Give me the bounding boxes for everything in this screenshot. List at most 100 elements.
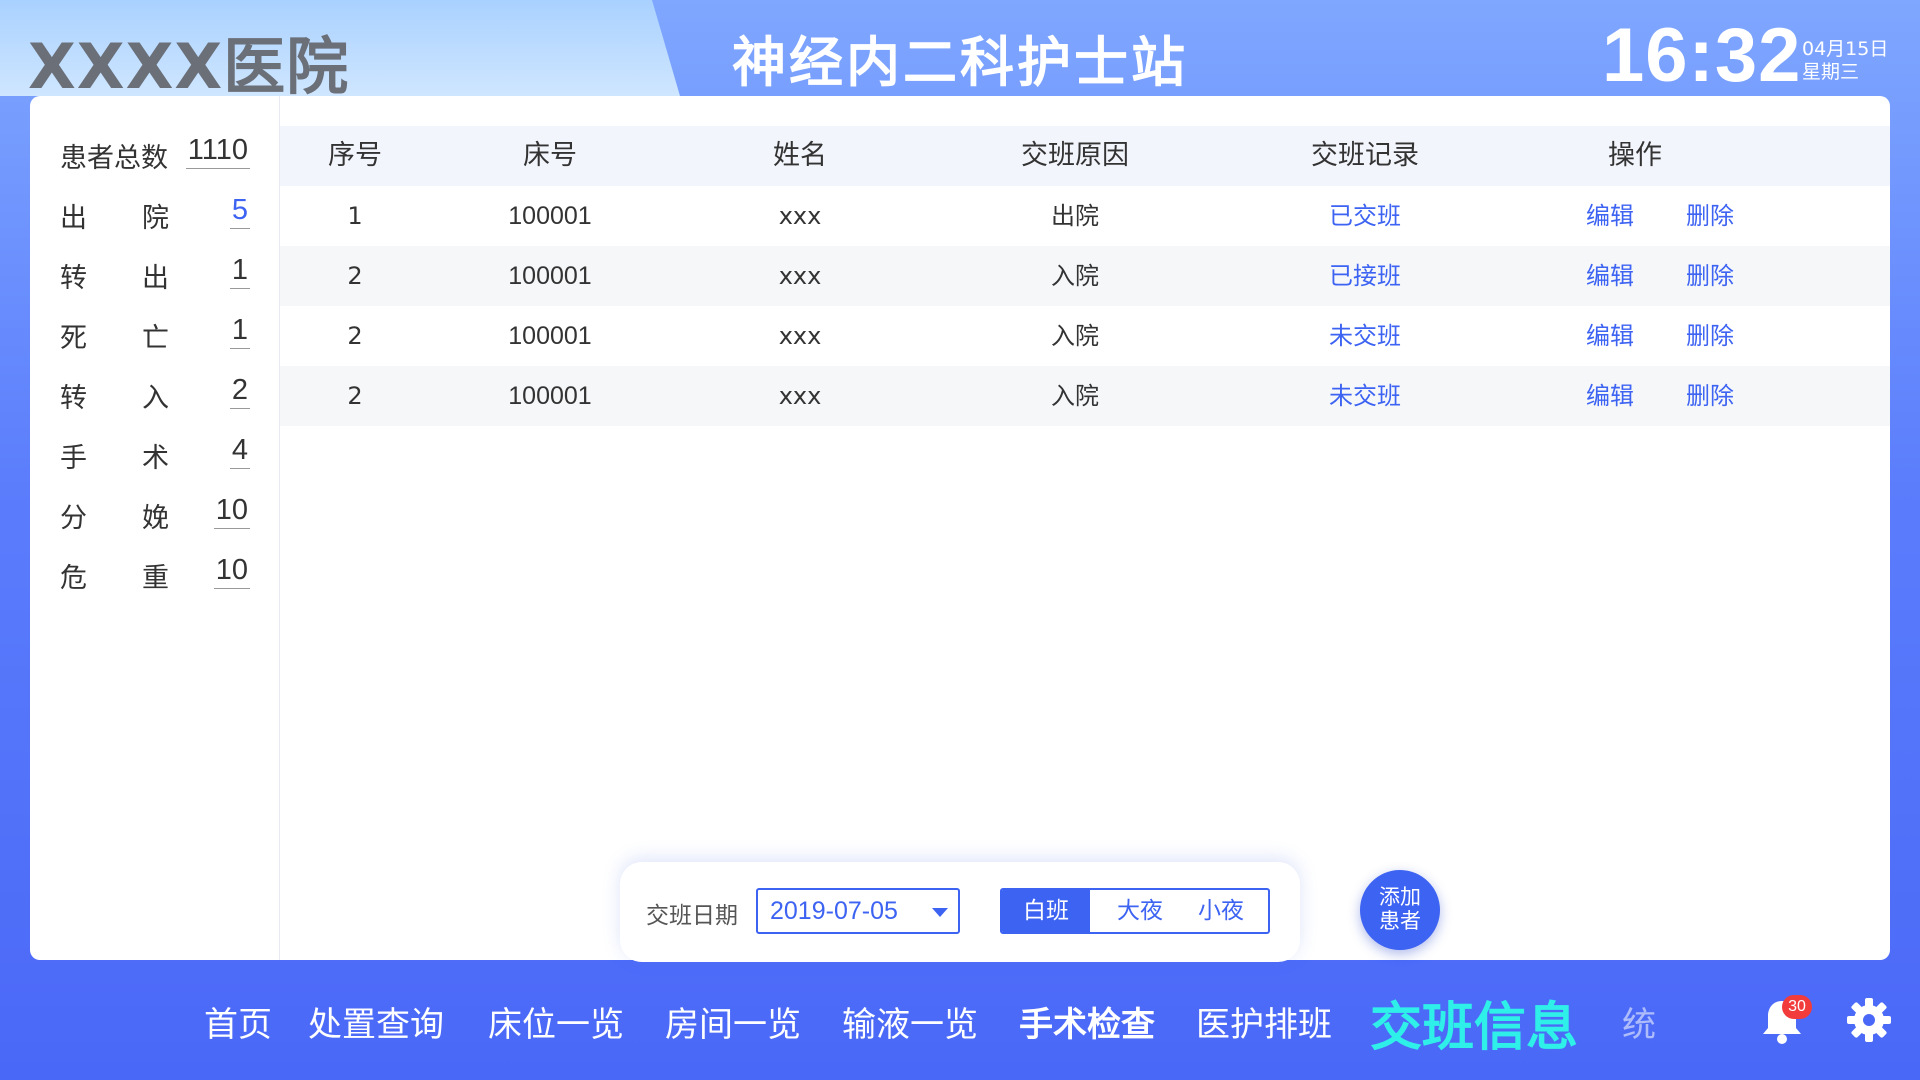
stat-value[interactable]: 10 <box>213 494 250 529</box>
stat-row: 手 术 4 <box>60 428 250 474</box>
nav-home[interactable]: 首页 <box>204 997 272 1046</box>
shift-toggle-group: 白班 大夜 小夜 <box>1000 888 1270 934</box>
stat-label-char1: 危 <box>60 563 87 594</box>
stat-value[interactable]: 2 <box>229 374 250 409</box>
stats-panel: 患者总数 1110 出院 5 转出 1 死亡 1 转入 2 手术 4 分娩 10 危重 10 <box>30 96 280 960</box>
edit-link[interactable]: 编辑 <box>1560 366 1660 426</box>
nav-surgery-check[interactable]: 手术检查 <box>1019 997 1155 1046</box>
cell-name: xxx <box>778 202 822 230</box>
date-text: 04月15日 <box>1802 38 1889 60</box>
cell-name: xxx <box>778 382 822 410</box>
edit-link[interactable]: 编辑 <box>1560 306 1660 366</box>
stat-label-char2: 娩 <box>142 503 169 534</box>
cell-seq: 1 <box>347 202 363 230</box>
header-operation: 操作 <box>1608 140 1662 171</box>
nav-room-overview[interactable]: 房间一览 <box>665 997 801 1046</box>
handover-date-select[interactable]: 2019-07-05 <box>756 888 960 934</box>
bottom-nav: 首页 处置查询 床位一览 房间一览 输液一览 手术检查 医护排班 交班信息 统 … <box>0 965 1920 1080</box>
clock-time: 16:32 <box>1602 13 1802 98</box>
cell-seq: 2 <box>347 262 363 290</box>
edit-link[interactable]: 编辑 <box>1560 246 1660 306</box>
add-patient-label-line2: 患者 <box>1379 909 1421 933</box>
gear-icon[interactable] <box>1846 997 1892 1043</box>
table-row: 2 100001 xxx 入院 已接班 编辑 删除 <box>280 246 1890 306</box>
nav-statistics-partial[interactable]: 统 <box>1622 997 1656 1046</box>
cell-seq: 2 <box>347 382 363 410</box>
stat-label-char2: 亡 <box>142 323 169 354</box>
stat-row: 转 入 2 <box>60 368 250 414</box>
header-name: 姓名 <box>773 140 827 171</box>
cell-reason: 入院 <box>1051 262 1099 290</box>
table-header: 序号 床号 姓名 交班原因 交班记录 操作 <box>280 126 1890 186</box>
stat-label-char2: 入 <box>142 383 169 414</box>
stat-value[interactable]: 4 <box>229 434 250 469</box>
main-card: 患者总数 1110 出院 5 转出 1 死亡 1 转入 2 手术 4 分娩 10 危重 10 序号 床号 … <box>30 96 1890 960</box>
stat-row: 分 娩 10 <box>60 488 250 534</box>
cell-reason: 入院 <box>1051 322 1099 350</box>
handover-record-link[interactable]: 未交班 <box>1220 366 1510 426</box>
stat-row: 出 院 5 <box>60 188 250 234</box>
header-record: 交班记录 <box>1311 140 1419 171</box>
cell-bed: 100001 <box>508 262 592 290</box>
handover-date-label: 交班日期 <box>646 903 738 929</box>
table-row: 1 100001 xxx 出院 已交班 编辑 删除 <box>280 186 1890 246</box>
filter-bar: 交班日期 2019-07-05 白班 大夜 小夜 <box>620 862 1300 962</box>
shift-day-button[interactable]: 白班 <box>1002 890 1090 932</box>
nav-bed-overview[interactable]: 床位一览 <box>488 997 624 1046</box>
nav-staff-schedule[interactable]: 医护排班 <box>1196 997 1332 1046</box>
delete-link[interactable]: 删除 <box>1660 186 1760 246</box>
table-body: 1 100001 xxx 出院 已交班 编辑 删除 2 100001 xxx 入院 已接班 编辑 删除 2 1… <box>280 186 1890 426</box>
nav-disposal-query[interactable]: 处置查询 <box>308 997 444 1046</box>
header-reason: 交班原因 <box>1021 140 1129 171</box>
stat-label-char2: 重 <box>142 563 169 594</box>
stat-value[interactable]: 1 <box>229 254 250 289</box>
stat-total-value[interactable]: 1110 <box>185 134 250 169</box>
caret-down-icon <box>932 908 948 917</box>
stat-total-label: 患者总数 <box>60 143 168 174</box>
stat-row: 转 出 1 <box>60 248 250 294</box>
shift-small-night-button[interactable]: 小夜 <box>1180 890 1262 932</box>
cell-bed: 100001 <box>508 202 592 230</box>
table-row: 2 100001 xxx 入院 未交班 编辑 删除 <box>280 366 1890 426</box>
date-block: 04月15日 星期三 <box>1802 38 1888 84</box>
handover-record-link[interactable]: 未交班 <box>1220 306 1510 366</box>
weekday-text: 星期三 <box>1802 61 1860 83</box>
stat-label-char2: 院 <box>142 203 169 234</box>
cell-reason: 出院 <box>1051 202 1099 230</box>
nav-infusion-overview[interactable]: 输液一览 <box>842 997 978 1046</box>
stat-value[interactable]: 5 <box>229 194 250 229</box>
stat-value[interactable]: 10 <box>213 554 250 589</box>
notification-badge: 30 <box>1782 995 1812 1019</box>
stat-label-char1: 转 <box>60 383 87 414</box>
stat-row: 危 重 10 <box>60 548 250 594</box>
stat-row-total: 患者总数 1110 <box>60 128 250 174</box>
app-header: XXXX医院 神经内二科护士站 16:32 04月15日 星期三 <box>0 0 1920 103</box>
shift-big-night-button[interactable]: 大夜 <box>1100 890 1180 932</box>
stat-label-char1: 出 <box>60 203 87 234</box>
delete-link[interactable]: 删除 <box>1660 306 1760 366</box>
stat-value[interactable]: 1 <box>229 314 250 349</box>
stat-label-char2: 术 <box>142 443 169 474</box>
header-seq: 序号 <box>328 140 382 171</box>
nav-handover-info[interactable]: 交班信息 <box>1370 985 1578 1060</box>
stat-label-char1: 转 <box>60 263 87 294</box>
stat-label-char1: 分 <box>60 503 87 534</box>
stat-label-char1: 死 <box>60 323 87 354</box>
handover-table: 序号 床号 姓名 交班原因 交班记录 操作 1 100001 xxx 出院 已交班 编辑删… <box>280 126 1890 426</box>
add-patient-button[interactable]: 添加 患者 <box>1360 870 1440 950</box>
cell-bed: 100001 <box>508 322 592 350</box>
handover-date-value: 2019-07-05 <box>770 897 898 925</box>
delete-link[interactable]: 删除 <box>1660 366 1760 426</box>
table-row: 2 100001 xxx 入院 未交班 编辑 删除 <box>280 306 1890 366</box>
handover-record-link[interactable]: 已交班 <box>1220 186 1510 246</box>
cell-bed: 100001 <box>508 382 592 410</box>
cell-reason: 入院 <box>1051 382 1099 410</box>
cell-seq: 2 <box>347 322 363 350</box>
stat-label-char2: 出 <box>142 263 169 294</box>
edit-link[interactable]: 编辑 <box>1560 186 1660 246</box>
handover-record-link[interactable]: 已接班 <box>1220 246 1510 306</box>
cell-name: xxx <box>778 262 822 290</box>
header-bed: 床号 <box>523 140 577 171</box>
stat-row: 死 亡 1 <box>60 308 250 354</box>
delete-link[interactable]: 删除 <box>1660 246 1760 306</box>
